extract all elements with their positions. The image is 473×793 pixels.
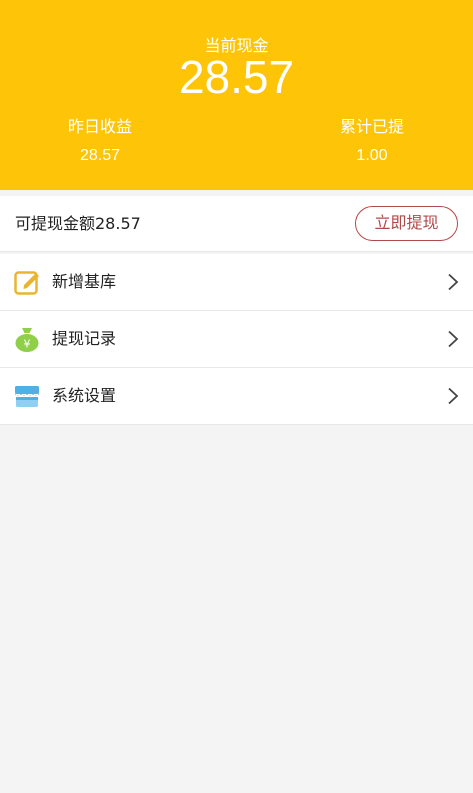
total-withdrawn-label: 累计已提 <box>339 117 404 136</box>
menu-item-system-settings[interactable]: 系统设置 <box>0 368 473 425</box>
menu-item-label: 提现记录 <box>52 329 117 348</box>
total-withdrawn-value: 1.00 <box>356 147 388 164</box>
chevron-right-icon <box>447 330 459 348</box>
yesterday-earnings-label: 昨日收益 <box>67 117 132 136</box>
chevron-right-icon <box>447 387 459 405</box>
menu-item-withdraw-records[interactable]: ¥ 提现记录 <box>0 311 473 368</box>
storefront-icon <box>13 382 41 410</box>
menu-list: 新增基库 ¥ 提现记录 系统设置 <box>0 254 473 425</box>
withdraw-now-button[interactable]: 立即提现 <box>355 206 458 241</box>
menu-item-add-base[interactable]: 新增基库 <box>0 254 473 311</box>
chevron-right-icon <box>447 273 459 291</box>
current-cash-amount: 28.57 <box>178 51 295 103</box>
withdraw-row: 可提现金额28.57 立即提现 <box>0 196 473 252</box>
edit-note-icon <box>13 268 41 296</box>
menu-item-label: 系统设置 <box>52 386 117 405</box>
svg-text:¥: ¥ <box>24 338 31 351</box>
balance-header: 当前现金 28.57 昨日收益 28.57 累计已提 1.00 <box>0 0 473 190</box>
money-bag-icon: ¥ <box>13 325 41 353</box>
total-withdrawn: 累计已提 1.00 <box>292 116 452 167</box>
menu-item-label: 新增基库 <box>52 272 117 291</box>
available-amount-text: 可提现金额28.57 <box>15 214 141 233</box>
yesterday-earnings-value: 28.57 <box>79 147 121 164</box>
yesterday-earnings: 昨日收益 28.57 <box>20 116 180 167</box>
